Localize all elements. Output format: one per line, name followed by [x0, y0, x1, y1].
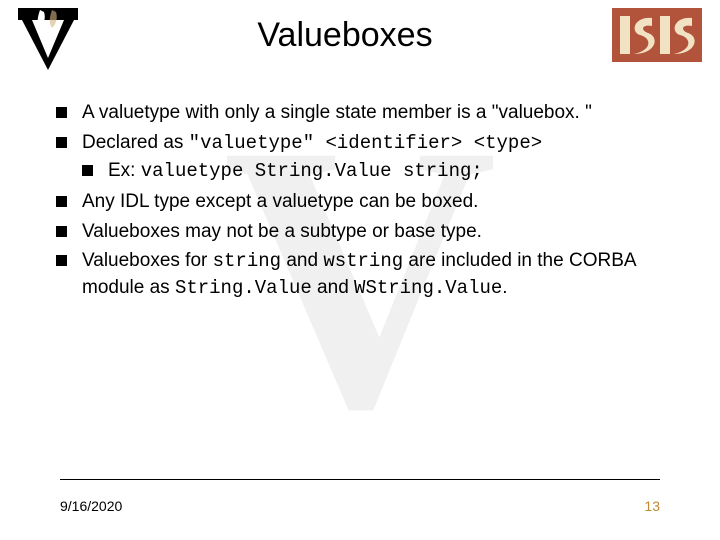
- bullet-text: Ex:: [108, 160, 141, 181]
- bullet-text: and: [281, 250, 323, 271]
- code-text: WString.Value: [354, 277, 502, 299]
- code-text: String.Value: [175, 277, 312, 299]
- footer-date: 9/16/2020: [60, 498, 122, 514]
- slide-body: A valuetype with only a single state mem…: [0, 70, 720, 301]
- bullet-text: Declared as: [82, 132, 189, 153]
- bullet-list: A valuetype with only a single state mem…: [56, 100, 664, 301]
- footer-divider: [60, 479, 660, 480]
- page-number: 13: [644, 498, 660, 514]
- bullet-text: A valuetype with only a single state mem…: [82, 102, 592, 123]
- code-text: valuetype String.Value string;: [141, 160, 483, 182]
- code-text: string: [213, 250, 281, 272]
- slide-header: Valueboxes: [0, 0, 720, 70]
- bullet-text: Valueboxes may not be a subtype or base …: [82, 221, 482, 242]
- bullet-text: Any IDL type except a valuetype can be b…: [82, 191, 478, 212]
- slide: V Valueboxes A valuetype with only a: [0, 0, 720, 540]
- sub-bullet-list: Ex: valuetype String.Value string;: [82, 158, 664, 185]
- bullet-text: and: [312, 277, 354, 298]
- bullet-item: Declared as "valuetype" <identifier> <ty…: [56, 130, 664, 185]
- isis-logo-icon: [612, 8, 702, 62]
- footer-row: 9/16/2020 13: [60, 498, 660, 514]
- bullet-text: Valueboxes for: [82, 250, 213, 271]
- bullet-item: Any IDL type except a valuetype can be b…: [56, 189, 664, 215]
- slide-title: Valueboxes: [78, 8, 612, 55]
- bullet-item: Valueboxes for string and wstring are in…: [56, 248, 664, 301]
- bullet-item: Valueboxes may not be a subtype or base …: [56, 219, 664, 245]
- bullet-item: A valuetype with only a single state mem…: [56, 100, 664, 126]
- code-text: "valuetype" <identifier> <type>: [189, 132, 542, 154]
- bullet-text: .: [502, 277, 507, 298]
- code-text: wstring: [323, 250, 403, 272]
- slide-footer: 9/16/2020 13: [60, 479, 660, 514]
- sub-bullet-item: Ex: valuetype String.Value string;: [82, 158, 664, 185]
- vanderbilt-logo-icon: [18, 8, 78, 70]
